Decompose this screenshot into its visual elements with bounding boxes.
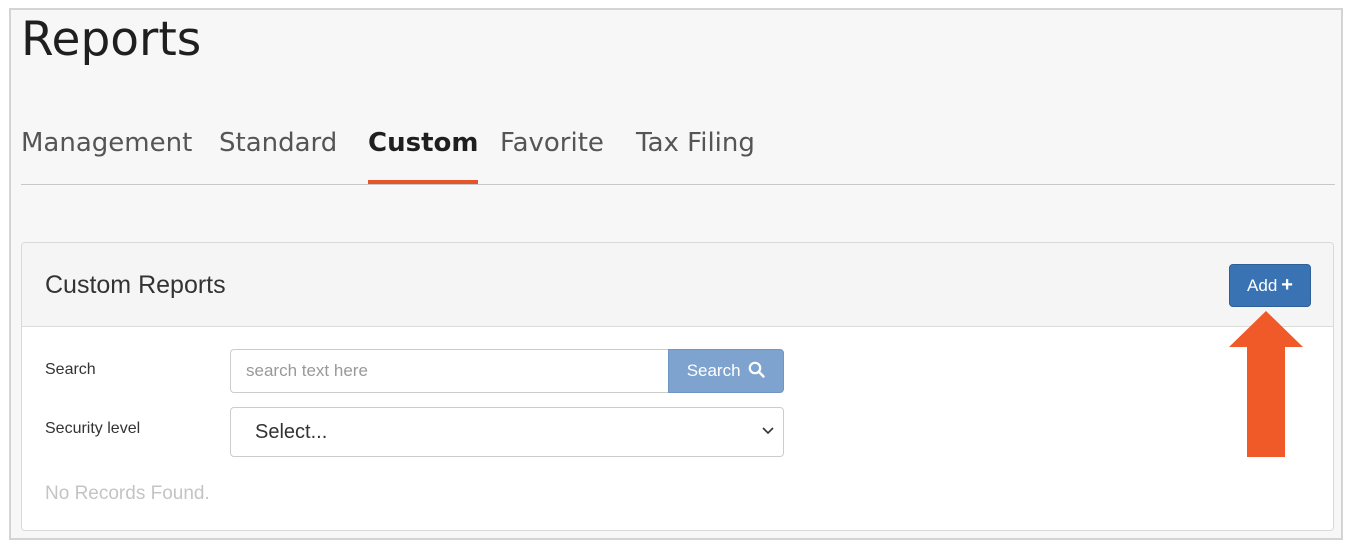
up-arrow-annotation-icon — [1229, 311, 1303, 457]
plus-icon: + — [1281, 274, 1293, 296]
tab-management[interactable]: Management — [21, 122, 192, 184]
tab-custom[interactable]: Custom — [368, 122, 479, 184]
security-level-select[interactable]: Select... — [230, 407, 784, 457]
search-label: Search — [45, 361, 96, 378]
security-level-value: Select... — [255, 421, 328, 443]
add-button-label: Add — [1247, 276, 1278, 295]
chevron-down-icon — [762, 427, 774, 435]
search-button-label: Search — [686, 361, 741, 380]
panel-header: Custom Reports Add + — [22, 243, 1333, 327]
tab-favorite[interactable]: Favorite — [500, 122, 604, 184]
empty-state-text: No Records Found. — [45, 483, 210, 504]
page-title: Reports — [21, 12, 202, 67]
report-tabs: Management Standard Custom Favorite Tax … — [21, 122, 1335, 185]
reports-window: Reports Management Standard Custom Favor… — [9, 8, 1343, 540]
custom-reports-panel: Custom Reports Add+ Search Search Securi… — [21, 242, 1334, 531]
panel-title: Custom Reports — [45, 271, 226, 299]
security-level-label: Security level — [45, 420, 141, 437]
tab-standard[interactable]: Standard — [219, 122, 337, 184]
search-button[interactable]: Search — [668, 349, 784, 393]
magnifier-icon — [748, 361, 765, 378]
tab-tax-filing[interactable]: Tax Filing — [636, 122, 755, 184]
add-report-button[interactable]: Add + — [1229, 264, 1311, 307]
search-input[interactable] — [230, 349, 670, 393]
